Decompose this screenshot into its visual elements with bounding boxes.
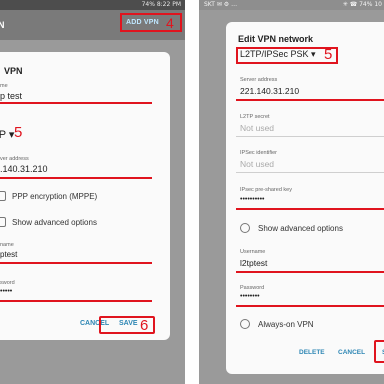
username-label: Username: [240, 249, 266, 255]
password-field-underline: [236, 305, 384, 307]
step-number-4: 4: [166, 15, 174, 31]
status-bar: SKT ✉ ⚙ … ✳ ☎ 74% 10: [199, 0, 384, 10]
psk-label: IPsec pre-shared key: [240, 187, 292, 193]
always-on-vpn-label: Always-on VPN: [258, 320, 314, 329]
edit-vpn-dialog: Edit VPN network L2TP/IPSec PSK ▾ 5 Serv…: [226, 22, 384, 374]
app-bar: N ADD VPN 4: [0, 10, 185, 40]
password-label: Password: [240, 285, 265, 291]
password-label: sword: [0, 280, 15, 286]
psk-field-underline: [236, 208, 384, 210]
name-label: me: [0, 83, 8, 89]
mppe-label: PPP encryption (MPPE): [12, 192, 98, 201]
psk-field[interactable]: ••••••••••: [240, 196, 265, 203]
name-field-underline: [0, 102, 152, 104]
advanced-options-radio[interactable]: [240, 223, 250, 233]
username-field[interactable]: ptest: [0, 250, 17, 259]
server-address-label: Server address: [240, 77, 278, 83]
l2tp-secret-field[interactable]: Not used: [240, 123, 274, 133]
dialog-title: VPN: [4, 66, 23, 76]
l2tp-secret-label: L2TP secret: [240, 114, 270, 120]
advanced-options-label: Show advanced options: [12, 218, 97, 227]
server-address-field[interactable]: .140.31.210: [0, 164, 48, 174]
cancel-button[interactable]: CANCEL: [338, 349, 365, 356]
save-highlight: [374, 340, 384, 363]
status-text: 74% 8:22 PM: [141, 1, 181, 8]
mppe-checkbox[interactable]: [0, 191, 6, 201]
username-field-underline: [236, 271, 384, 273]
password-field[interactable]: ••••••••: [240, 293, 260, 300]
status-bar: 74% 8:22 PM: [0, 0, 185, 10]
vpn-type-select[interactable]: TP ▾: [0, 128, 14, 141]
left-phone-screenshot: 74% 8:22 PM N ADD VPN 4 VPN me p test TP…: [0, 0, 185, 384]
server-address-label: ver address: [0, 156, 29, 162]
password-field[interactable]: •••••: [0, 288, 12, 295]
username-field-underline: [0, 262, 152, 264]
dialog-title: Edit VPN network: [238, 34, 314, 44]
l2tp-secret-underline: [236, 136, 384, 137]
step-number-5: 5: [14, 124, 23, 141]
always-on-vpn-radio[interactable]: [240, 319, 250, 329]
delete-button[interactable]: DELETE: [299, 349, 325, 356]
name-field[interactable]: p test: [0, 91, 22, 101]
ipsec-identifier-label: IPSec identifier: [240, 150, 277, 156]
ipsec-identifier-underline: [236, 172, 384, 173]
server-field-underline: [236, 99, 384, 101]
server-field-underline: [0, 177, 152, 179]
step-number-6: 6: [140, 317, 149, 334]
status-right-text: ✳ ☎ 74% 10: [342, 1, 382, 8]
password-field-underline: [0, 300, 152, 302]
step-number-5: 5: [324, 46, 333, 63]
ipsec-identifier-field[interactable]: Not used: [240, 159, 274, 169]
add-vpn-dialog: VPN me p test TP ▾ 5 ver address .140.31…: [0, 52, 170, 340]
username-label: name: [0, 242, 14, 248]
status-left-text: SKT ✉ ⚙ …: [204, 1, 238, 8]
vpn-type-highlight: [236, 47, 338, 64]
server-address-field[interactable]: 221.140.31.210: [240, 86, 299, 96]
username-field[interactable]: l2tptest: [240, 258, 267, 268]
right-phone-screenshot: SKT ✉ ⚙ … ✳ ☎ 74% 10 Edit VPN network L2…: [199, 0, 384, 384]
advanced-options-checkbox[interactable]: [0, 217, 6, 227]
app-bar-title: N: [0, 20, 5, 30]
advanced-options-label: Show advanced options: [258, 224, 343, 233]
